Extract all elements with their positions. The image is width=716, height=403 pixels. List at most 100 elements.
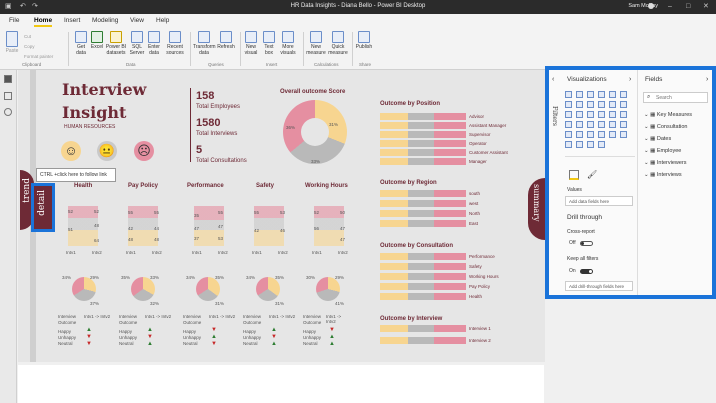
quick-measure-button[interactable]: Quick measure [327, 31, 349, 56]
kpi-employees-value: 158 [196, 90, 215, 102]
report-view-icon[interactable] [4, 75, 12, 83]
donut-pct: 32% [150, 301, 160, 306]
group-label-queries: Queries [208, 62, 224, 67]
more-visuals-icon [282, 31, 294, 43]
tab-view[interactable]: View [130, 17, 144, 24]
donut-pct: 34% [246, 275, 256, 280]
up-arrow-icon: ▲ [147, 327, 153, 333]
text-box-button[interactable]: Text box [261, 31, 277, 56]
mini-value: 44 [154, 226, 160, 231]
donut-pct: 35% [121, 275, 131, 280]
mini-value: 55 [128, 210, 134, 215]
more-visuals-button[interactable]: More visuals [278, 31, 298, 56]
donut-pct: 29% [90, 275, 100, 280]
change-row-label: Neutral [183, 341, 198, 346]
position-label: Operator [469, 141, 487, 146]
summary-label: summary [532, 184, 541, 222]
panel-footer [544, 365, 716, 403]
change-header: Outcome [243, 320, 262, 325]
axis-label: Intv2 [338, 250, 348, 255]
sql-server-button[interactable]: SQL Server [128, 31, 146, 56]
category-safety: Safety [256, 183, 275, 189]
minimize-icon[interactable]: – [668, 3, 675, 10]
change-tables: Interview Outcome Intv1 -> Intv2 Happy U… [58, 314, 348, 354]
mini-value: 48 [128, 237, 134, 242]
position-chart[interactable]: Advisor Assistant Manager Supervisor Ope… [380, 113, 510, 173]
mini-value: 52 [314, 210, 320, 215]
detail-button[interactable]: detail [31, 183, 55, 232]
tab-modeling[interactable]: Modeling [92, 17, 118, 24]
axis-label: Intv2 [218, 250, 228, 255]
get-data-button[interactable]: Get data [72, 31, 90, 56]
donut-safety[interactable] [256, 277, 280, 301]
copy-button[interactable]: Copy [24, 42, 53, 52]
change-row-label: Neutral [243, 341, 258, 346]
paste-button[interactable]: Paste [4, 31, 20, 55]
group-label-data: Data [126, 62, 136, 67]
consultation-label: Working Hours [469, 274, 499, 279]
report-subtitle: HUMAN RESOURCES [64, 124, 116, 130]
tab-file[interactable]: File [9, 17, 19, 24]
enter-data-button[interactable]: Enter data [146, 31, 162, 56]
chart-icon [245, 31, 257, 43]
close-icon[interactable]: ✕ [703, 3, 710, 10]
transform-data-button[interactable]: Transform data [193, 31, 216, 56]
donut-pay-policy[interactable] [131, 277, 155, 301]
donut-pct: 35% [215, 275, 225, 280]
powerbi-datasets-button[interactable]: Power BI datasets [104, 31, 128, 56]
new-measure-button[interactable]: New measure [306, 31, 326, 56]
category-health: Health [74, 183, 93, 189]
mini-value: 50 [340, 210, 346, 215]
down-arrow-icon: ▼ [147, 334, 153, 340]
donut-pct: 31% [215, 301, 225, 306]
avatar[interactable] [648, 3, 654, 9]
format-painter-button[interactable]: Format painter [24, 52, 53, 62]
overall-pct-unhappy: 36% [286, 125, 296, 130]
change-header: Interview [58, 314, 77, 319]
data-view-icon[interactable] [4, 92, 12, 100]
tab-help[interactable]: Help [156, 17, 169, 24]
change-header: Intv1 -> Intv2 [84, 314, 111, 319]
ribbon: Paste Cut Copy Format painter Clipboard … [0, 28, 716, 70]
change-row-label: Unhappy [183, 335, 202, 340]
summary-tab[interactable]: summary [528, 178, 545, 240]
detail-label: detail [37, 190, 47, 216]
change-row-label: Happy [243, 329, 257, 334]
neutral-face-icon: 😐 [97, 141, 117, 161]
quick-measure-icon [332, 31, 344, 43]
mini-value: 47 [218, 224, 224, 229]
up-arrow-icon: ▲ [271, 341, 277, 347]
interview-chart[interactable]: Interview 1 Interview 2 [380, 325, 510, 347]
mini-value: 37 [194, 236, 200, 241]
donut-working-hours[interactable] [316, 277, 340, 301]
recent-sources-button[interactable]: Recent sources [164, 31, 186, 56]
title-bar: ▣ ↶ ↷ HR Data Insights - Diana Bello - P… [0, 0, 716, 14]
overall-score-title: Overall outcome Score [280, 89, 346, 95]
tab-insert[interactable]: Insert [64, 17, 80, 24]
tab-home[interactable]: Home [34, 17, 53, 27]
consultation-chart[interactable]: Performance Safety Working Hours Pay Pol… [380, 253, 510, 303]
mini-value: 55 [218, 210, 224, 215]
region-chart[interactable]: south west North East [380, 190, 510, 232]
excel-button[interactable]: Excel [90, 31, 104, 51]
category-working-hours: Working Hours [305, 183, 348, 189]
window-title: HR Data Insights - Diana Bello - Power B… [290, 3, 426, 9]
maximize-icon[interactable]: □ [686, 3, 693, 10]
model-view-icon[interactable] [4, 108, 12, 116]
mini-value: 48 [94, 223, 100, 228]
change-header: Intv1 -> Intv2 [326, 314, 342, 324]
donut-health[interactable] [72, 277, 96, 301]
donut-pct: 33% [150, 275, 160, 280]
group-label-clipboard: Clipboard [22, 62, 42, 67]
ribbon-divider [303, 32, 304, 66]
publish-button[interactable]: Publish [355, 31, 373, 51]
mini-value: 64 [94, 238, 100, 243]
cut-button[interactable]: Cut [24, 32, 53, 42]
refresh-button[interactable]: Refresh [216, 31, 236, 51]
change-row-label: Unhappy [243, 335, 262, 340]
publish-icon [358, 31, 370, 43]
axis-label: Intv1 [66, 250, 76, 255]
donut-pct: 34% [62, 275, 72, 280]
new-visual-button[interactable]: New visual [243, 31, 259, 56]
donut-performance[interactable] [196, 277, 220, 301]
